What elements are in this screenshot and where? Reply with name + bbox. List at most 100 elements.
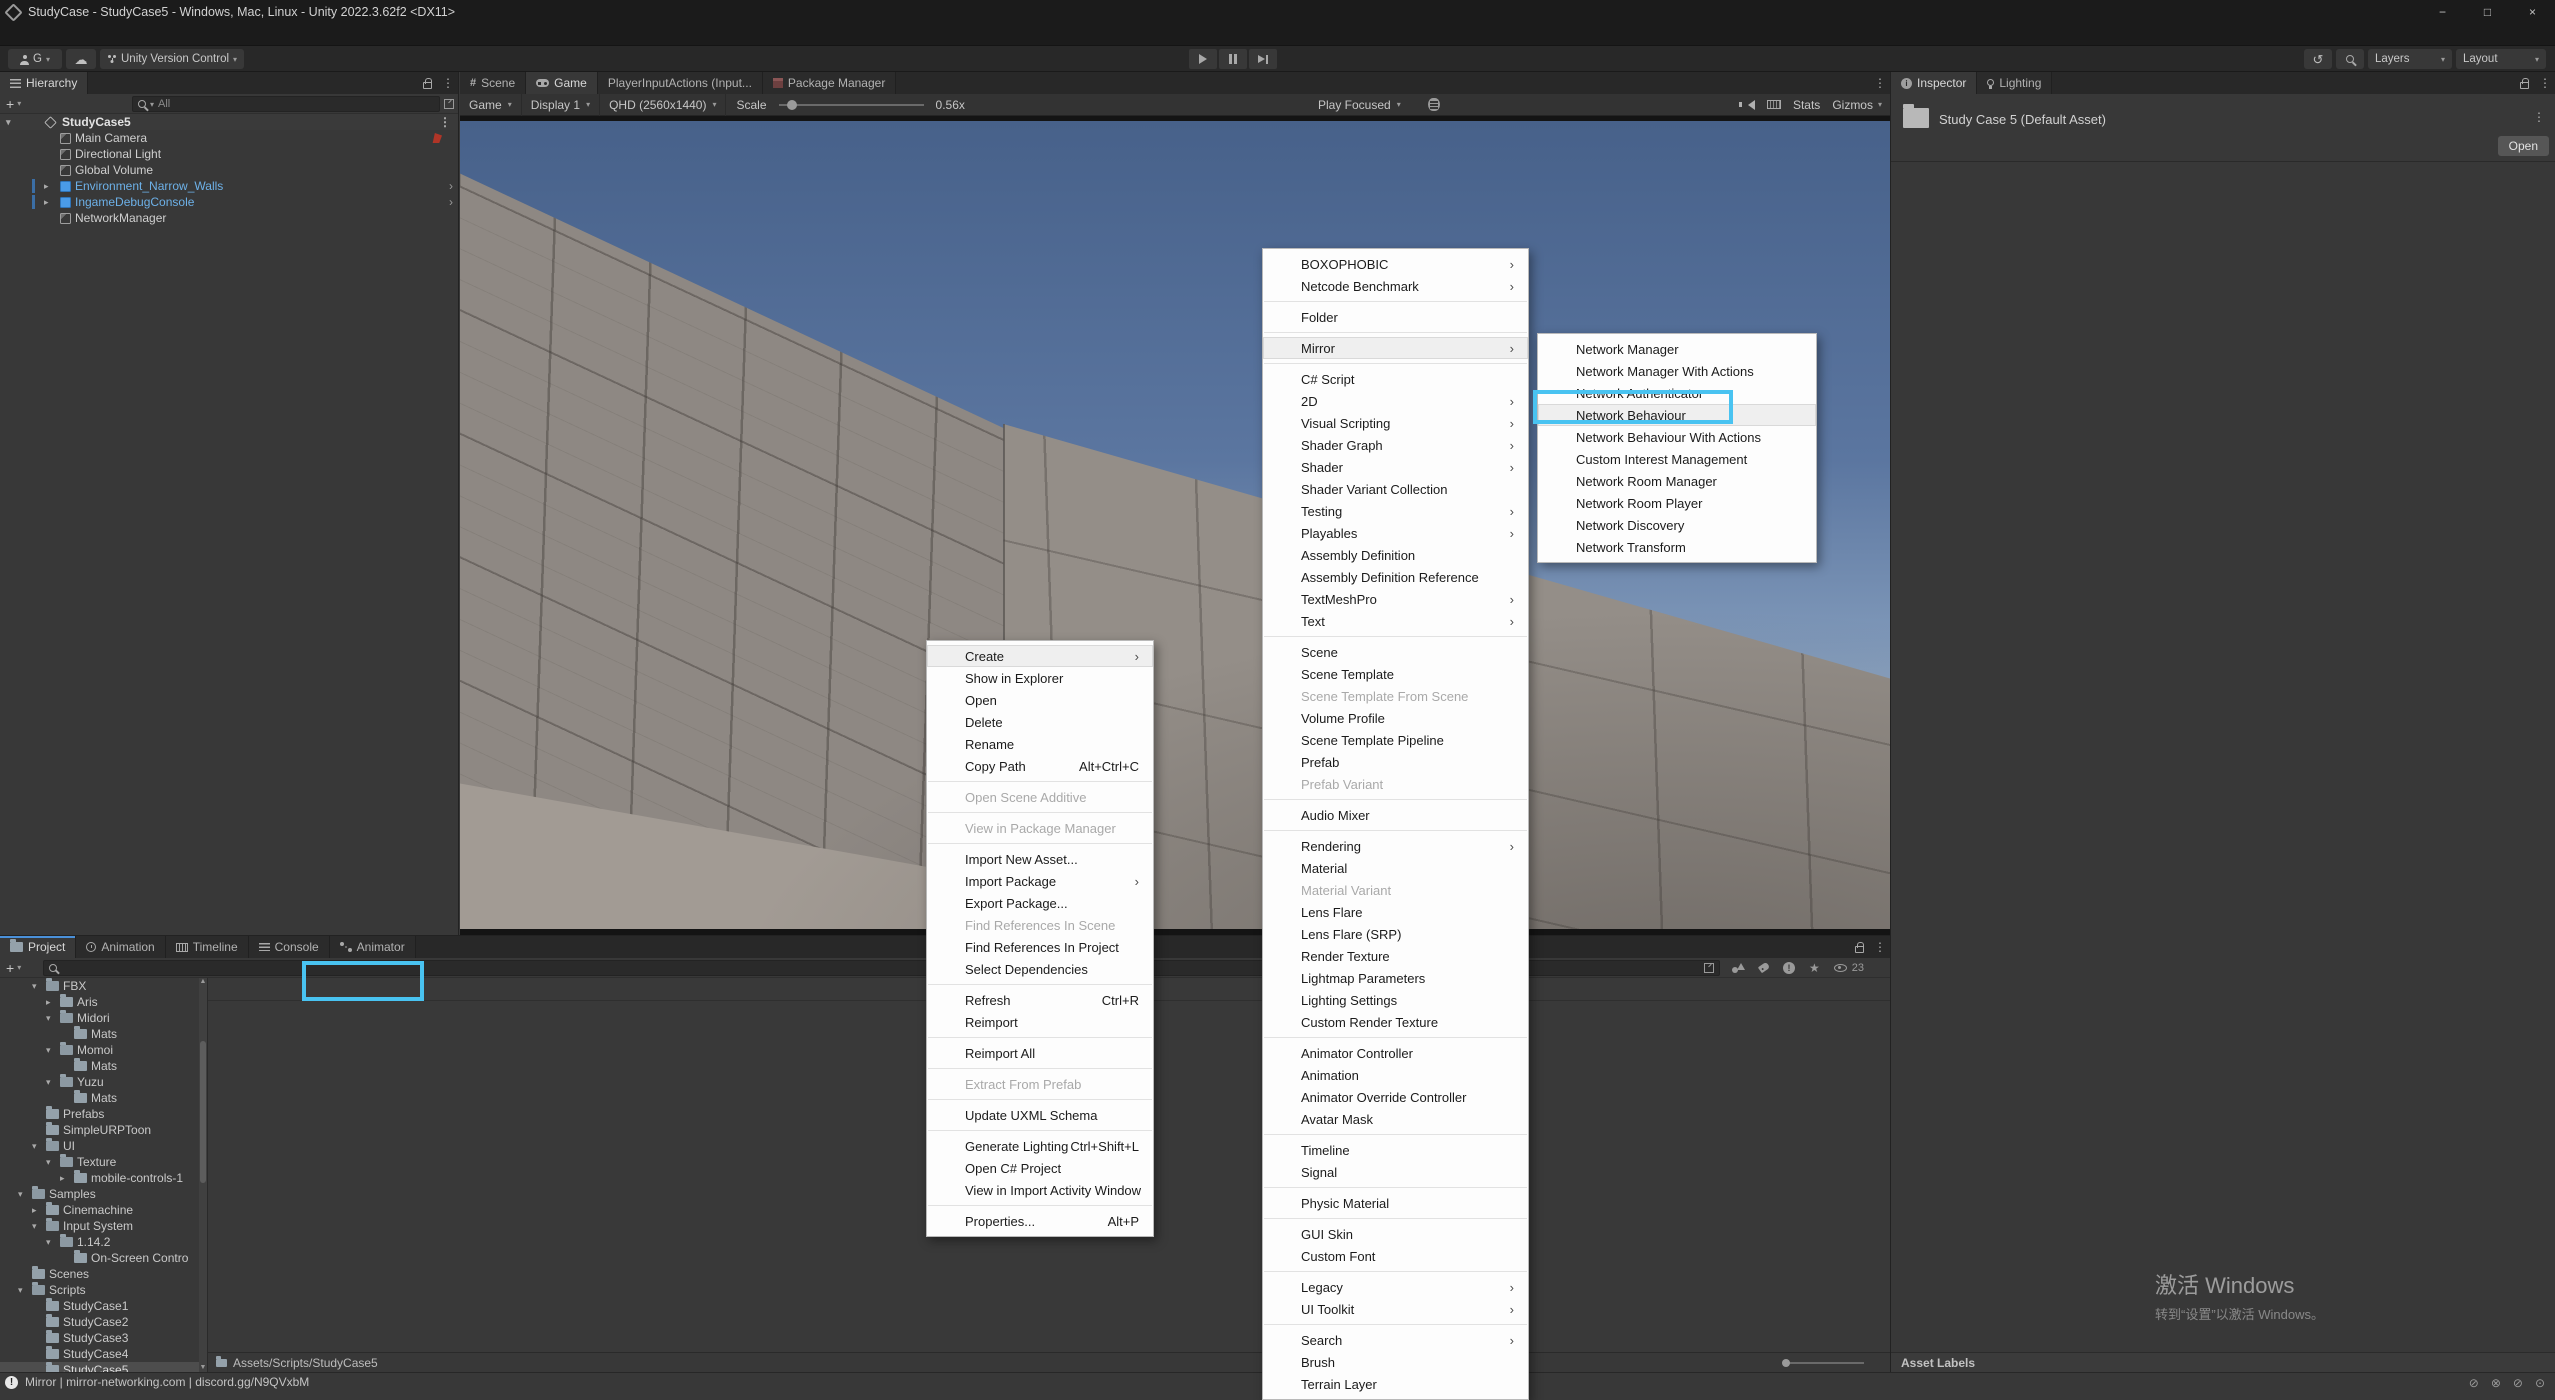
expander-icon[interactable] bbox=[32, 1205, 46, 1216]
context-menu-item[interactable]: View in Import Activity Window bbox=[927, 1179, 1153, 1201]
create-menu-item[interactable]: Signal bbox=[1263, 1161, 1528, 1183]
create-menu-item[interactable]: Animator Override Controller bbox=[1263, 1086, 1528, 1108]
context-menu-item[interactable]: Properties... Alt+P bbox=[927, 1210, 1153, 1232]
create-menu-item[interactable]: Playables › bbox=[1263, 522, 1528, 544]
folder-row[interactable]: UI bbox=[0, 1138, 199, 1154]
expander-icon[interactable] bbox=[46, 1077, 60, 1088]
gizmos-dropdown[interactable]: Gizmos ▾ bbox=[1832, 98, 1882, 112]
create-menu-item[interactable]: Brush bbox=[1263, 1351, 1528, 1373]
expander-icon[interactable] bbox=[46, 1237, 60, 1248]
open-button[interactable]: Open bbox=[2498, 136, 2549, 156]
expander-icon[interactable] bbox=[60, 1173, 74, 1184]
folder-row[interactable]: Aris bbox=[0, 994, 199, 1010]
folder-row[interactable]: Samples bbox=[0, 1186, 199, 1202]
create-menu-item[interactable]: C# Script bbox=[1263, 368, 1528, 390]
scrollbar-thumb[interactable] bbox=[200, 1041, 206, 1183]
view-tab[interactable]: PlayerInputActions (Input... bbox=[598, 72, 763, 94]
create-menu-item[interactable]: Mirror › bbox=[1263, 337, 1528, 359]
create-menu-item[interactable]: Volume Profile bbox=[1263, 707, 1528, 729]
create-menu-item[interactable]: Shader Graph › bbox=[1263, 434, 1528, 456]
context-menu-item[interactable]: Open bbox=[927, 689, 1153, 711]
menu-bar-item[interactable] bbox=[62, 24, 82, 45]
mirror-menu-item[interactable]: Network Manager With Actions bbox=[1538, 360, 1816, 382]
context-menu-item[interactable]: Reimport bbox=[927, 1011, 1153, 1033]
mirror-menu-item[interactable]: Network Transform bbox=[1538, 536, 1816, 558]
create-menu-item[interactable]: Shader Variant Collection bbox=[1263, 478, 1528, 500]
create-menu-item[interactable]: Assembly Definition bbox=[1263, 544, 1528, 566]
folder-row[interactable]: Momoi bbox=[0, 1042, 199, 1058]
folder-row[interactable]: Midori bbox=[0, 1010, 199, 1026]
layers-dropdown[interactable]: Layers ▾ bbox=[2368, 49, 2452, 69]
visibility-muted-icon[interactable]: ⊘ bbox=[2513, 1376, 2523, 1390]
warnings-icon[interactable]: ! bbox=[1783, 962, 1795, 974]
progress-ok-icon[interactable]: ⊙ bbox=[2535, 1376, 2545, 1390]
scroll-down-icon[interactable]: ▼ bbox=[199, 1364, 207, 1371]
context-menu-item[interactable]: Find References In Scene bbox=[927, 914, 1153, 936]
context-menu-item[interactable]: Open Scene Additive bbox=[927, 786, 1153, 808]
folder-row[interactable]: Cinemachine bbox=[0, 1202, 199, 1218]
folder-row[interactable]: StudyCase3 bbox=[0, 1330, 199, 1346]
folder-row[interactable]: On-Screen Contro bbox=[0, 1250, 199, 1266]
inspector-tab[interactable]: Lighting bbox=[1977, 72, 2052, 94]
menu-bar-item[interactable] bbox=[122, 24, 142, 45]
pause-button[interactable] bbox=[1219, 49, 1247, 69]
context-menu-item[interactable]: Update UXML Schema bbox=[927, 1104, 1153, 1126]
minimize-button[interactable]: − bbox=[2420, 0, 2465, 24]
context-menu-item[interactable]: View in Package Manager bbox=[927, 817, 1153, 839]
thumbnail-size-slider[interactable] bbox=[1784, 1362, 1864, 1364]
asset-labels-bar[interactable]: Asset Labels bbox=[1891, 1352, 2555, 1372]
bottom-tab[interactable]: Animator bbox=[330, 936, 416, 958]
context-menu-item[interactable]: Find References In Project bbox=[927, 936, 1153, 958]
hierarchy-row[interactable]: Global Volume bbox=[0, 162, 458, 178]
filter-by-type-icon[interactable] bbox=[1732, 963, 1745, 973]
menu-bar-item[interactable] bbox=[182, 24, 202, 45]
mirror-menu-item[interactable]: Custom Interest Management bbox=[1538, 448, 1816, 470]
hierarchy-search-input[interactable]: ▾ All bbox=[132, 96, 440, 112]
mirror-menu-item[interactable]: Network Room Manager bbox=[1538, 470, 1816, 492]
context-menu-item[interactable]: Show in Explorer bbox=[927, 667, 1153, 689]
create-menu-item[interactable]: Custom Render Texture bbox=[1263, 1011, 1528, 1033]
create-menu-item[interactable]: Scene bbox=[1263, 641, 1528, 663]
context-menu-item[interactable]: Rename bbox=[927, 733, 1153, 755]
bottom-tab[interactable]: Console bbox=[249, 936, 330, 958]
folder-row[interactable]: StudyCase5 bbox=[0, 1362, 199, 1372]
expander-icon[interactable] bbox=[44, 181, 60, 192]
prefab-open-chevron-icon[interactable]: › bbox=[449, 179, 453, 193]
create-menu-item[interactable]: Text › bbox=[1263, 610, 1528, 632]
scale-slider[interactable] bbox=[779, 104, 924, 106]
lock-icon[interactable] bbox=[423, 82, 432, 89]
folder-row[interactable]: FBX bbox=[0, 978, 199, 994]
create-menu-item[interactable]: Avatar Mask bbox=[1263, 1108, 1528, 1130]
context-menu-item[interactable]: Refresh Ctrl+R bbox=[927, 989, 1153, 1011]
create-menu-item[interactable]: Shader › bbox=[1263, 456, 1528, 478]
context-menu-item[interactable]: Delete bbox=[927, 711, 1153, 733]
expander-icon[interactable] bbox=[6, 117, 46, 128]
menu-bar-item[interactable] bbox=[82, 24, 102, 45]
create-menu-item[interactable]: GUI Skin bbox=[1263, 1223, 1528, 1245]
create-menu-item[interactable]: BOXOPHOBIC › bbox=[1263, 253, 1528, 275]
expander-icon[interactable] bbox=[46, 1045, 60, 1056]
create-menu-item[interactable]: Physic Material bbox=[1263, 1192, 1528, 1214]
create-menu-item[interactable]: Assembly Definition Reference bbox=[1263, 566, 1528, 588]
context-menu-item[interactable]: Export Package... bbox=[927, 892, 1153, 914]
expander-icon[interactable] bbox=[18, 1285, 32, 1296]
create-menu-item[interactable]: Lightmap Parameters bbox=[1263, 967, 1528, 989]
game-mode-dropdown[interactable]: Game ▾ bbox=[460, 94, 522, 116]
stats-toggle[interactable]: Stats bbox=[1793, 98, 1820, 112]
create-menu-item[interactable]: Render Texture bbox=[1263, 945, 1528, 967]
create-menu-item[interactable]: Custom Font bbox=[1263, 1245, 1528, 1267]
context-menu-item[interactable]: Import New Asset... bbox=[927, 848, 1153, 870]
folder-row[interactable]: Mats bbox=[0, 1026, 199, 1042]
kebab-icon[interactable]: ⋮ bbox=[1874, 940, 1886, 954]
expander-icon[interactable] bbox=[46, 1157, 60, 1168]
view-tab[interactable]: Game bbox=[526, 72, 598, 94]
step-button[interactable] bbox=[1249, 49, 1277, 69]
hierarchy-row[interactable]: IngameDebugConsole › bbox=[0, 194, 458, 210]
inspector-tab[interactable]: i Inspector bbox=[1891, 72, 1977, 94]
menu-bar-item[interactable] bbox=[162, 24, 182, 45]
add-object-button[interactable]: + ▾ bbox=[0, 97, 27, 111]
view-tab[interactable]: # Scene bbox=[460, 72, 526, 94]
create-menu-item[interactable]: Testing › bbox=[1263, 500, 1528, 522]
kebab-icon[interactable]: ⋮ bbox=[1874, 76, 1886, 90]
search-button[interactable] bbox=[2336, 49, 2364, 69]
